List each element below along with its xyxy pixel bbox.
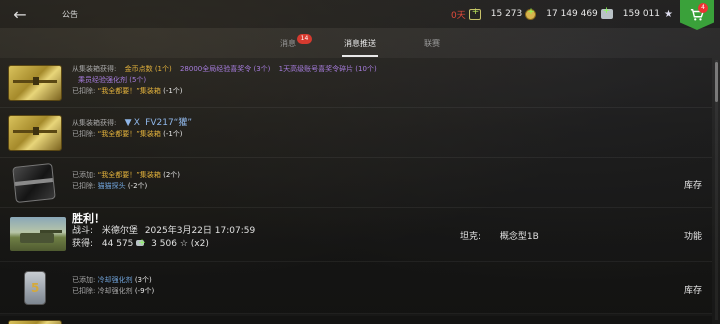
- item-count: (-2个): [127, 182, 148, 190]
- back-arrow-icon: ←: [13, 4, 27, 24]
- tank-label: 坦克:: [460, 232, 482, 242]
- item-count: (2个): [163, 171, 181, 179]
- battle-time: 2025年3月22日 17:07:59: [144, 226, 256, 236]
- list-item[interactable]: 已添加: “我全都要！”集装箱 (2个) 已扣除: 猫猫探头 (-2个) 库存: [0, 158, 712, 208]
- earned-label: 获得:: [72, 239, 94, 249]
- message-text: 已添加: “我全都要！”集装箱 (2个) 已扣除: 猫猫探头 (-2个): [72, 170, 180, 192]
- item-count: (-9个): [134, 287, 155, 295]
- message-text: 从集装箱获得: ▼ X FV217“獾” 已扣除: “我全都要！”集装箱 (-1…: [72, 118, 192, 140]
- tab-league[interactable]: 联赛: [400, 28, 464, 54]
- free-xp-icon: ★: [664, 8, 673, 20]
- item-count: (3个): [134, 276, 152, 284]
- added-item: “我全都要！”集装箱: [97, 171, 161, 179]
- gold-icon: [525, 7, 537, 20]
- silver-amount: 17 149 469: [546, 9, 598, 19]
- silver-icon: [600, 6, 613, 19]
- tab-label: 联赛: [424, 39, 440, 48]
- reward-item: 1天高级账号喜奖令碎片 (10个): [278, 65, 377, 73]
- tab-message-push[interactable]: 消息推送: [320, 28, 400, 57]
- gold-currency[interactable]: 15 273: [490, 7, 537, 20]
- line-prefix: 已扣除:: [72, 287, 96, 295]
- back-button[interactable]: ←: [0, 0, 40, 28]
- reward-item: 金币点数 (1个): [124, 65, 172, 73]
- line-prefix: 从集装箱获得:: [72, 119, 117, 127]
- premium-currency[interactable]: 0天: [451, 7, 481, 21]
- vehicle-class-icon: ▼: [124, 118, 132, 128]
- gold-amount: 15 273: [490, 9, 523, 19]
- battle-result-item[interactable]: 胜利！ 战斗: 米德尔堡 2025年3月22日 17:07:59 获得: 44 …: [0, 208, 712, 262]
- earned-xp: 3 506: [151, 239, 177, 249]
- list-item[interactable]: 从集装箱获得: ▼ X FV217“獾” 已扣除: “我全都要！”集装箱 (-1…: [0, 108, 712, 158]
- line-prefix: 已添加:: [72, 171, 96, 179]
- page-title: 公告: [62, 9, 78, 19]
- currency-bar: 0天 15 273 17 149 469 159 011 ★: [451, 0, 674, 28]
- item-count: (-1个): [163, 130, 183, 138]
- gold-container-icon: [8, 65, 62, 101]
- reward-item: 乘员经验强化剂 (5个): [78, 76, 147, 84]
- victory-title: 胜利！: [72, 212, 105, 225]
- battle-map: 米德尔堡: [101, 226, 138, 236]
- message-text: 从集装箱获得: 金币点数 (1个) 28000全局经验喜奖令 (3个) 1天高级…: [72, 64, 377, 97]
- premium-days: 0天: [451, 10, 466, 21]
- line-prefix: 已扣除:: [72, 130, 96, 138]
- earned-silver: 44 575: [101, 239, 134, 249]
- xp-star-icon: ☆: [179, 239, 188, 249]
- list-item[interactable]: 从集装箱获得: 金币点数 (1个) 28000全局经验喜奖令 (3个) 1天高级…: [0, 58, 712, 108]
- free-xp-amount: 159 011: [622, 9, 660, 19]
- consumable-medal-icon: [24, 271, 46, 305]
- inventory-button[interactable]: 库存: [684, 283, 702, 296]
- gold-container-icon: [8, 115, 62, 151]
- premium-icon: [468, 7, 481, 20]
- line-prefix: 已扣除:: [72, 87, 96, 95]
- message-list[interactable]: 从集装箱获得: 金币点数 (1个) 28000全局经验喜奖令 (3个) 1天高级…: [0, 58, 712, 324]
- vehicle-name: FV217“獾”: [145, 118, 192, 128]
- xp-multiplier: (x2): [190, 239, 209, 249]
- item-count: (-1个): [163, 87, 183, 95]
- list-item[interactable]: 已添加: 冷却强化剂 (3个) 已扣除: 冷却强化剂 (-9个) 库存: [0, 262, 712, 314]
- message-text: 已添加: 冷却强化剂 (3个) 已扣除: 冷却强化剂 (-9个): [72, 275, 154, 297]
- battle-text: 胜利！ 战斗: 米德尔堡 2025年3月22日 17:07:59 获得: 44 …: [72, 212, 255, 251]
- vehicle-tier: X: [133, 118, 140, 128]
- tank-image: [10, 217, 66, 251]
- added-item: 冷却强化剂: [97, 276, 133, 284]
- list-item[interactable]: [0, 316, 712, 324]
- gold-container-icon: [8, 320, 62, 324]
- scrollbar-thumb[interactable]: [715, 62, 718, 102]
- silver-icon: [136, 237, 146, 250]
- reward-item: 28000全局经验喜奖令 (3个): [179, 65, 271, 73]
- black-container-icon: [12, 163, 56, 203]
- deducted-item: 冷却强化剂: [97, 287, 133, 295]
- deducted-item: 猫猫探头: [97, 182, 126, 190]
- deducted-item: “我全都要！”集装箱: [97, 130, 161, 138]
- line-prefix: 已扣除:: [72, 182, 96, 190]
- line-prefix: 已添加:: [72, 276, 96, 284]
- silver-currency[interactable]: 17 149 469: [546, 6, 613, 19]
- inventory-button[interactable]: 库存: [684, 178, 702, 191]
- shop-badge: 4: [698, 3, 708, 13]
- tab-badge: 14: [297, 34, 312, 44]
- tab-messages[interactable]: 消息 14: [256, 28, 320, 54]
- tab-label: 消息: [280, 39, 296, 48]
- deducted-item: “我全都要！”集装箱: [97, 87, 161, 95]
- free-xp-currency[interactable]: 159 011 ★: [623, 9, 674, 20]
- tank-name: 概念型1B: [499, 232, 539, 242]
- line-prefix: 从集装箱获得:: [72, 65, 117, 73]
- tab-label: 消息推送: [344, 39, 376, 48]
- battle-label: 战斗:: [72, 226, 94, 236]
- functions-button[interactable]: 功能: [684, 229, 702, 242]
- tab-bar: 消息 14 消息推送 联赛: [0, 28, 720, 57]
- tank-info: 坦克: 概念型1B: [460, 229, 539, 242]
